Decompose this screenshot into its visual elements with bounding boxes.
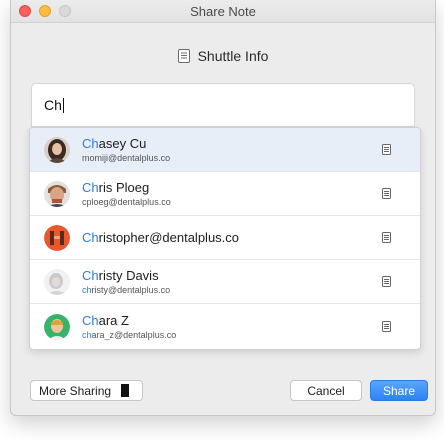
contact-text: Chris Ploeg cploeg@dentalplus.co — [82, 180, 382, 208]
title-bar: Share Note — [11, 0, 435, 23]
avatar — [44, 180, 70, 207]
avatar — [44, 268, 70, 295]
contact-text: Chasey Cu momiji@dentalplus.co — [82, 136, 382, 164]
more-sharing-button[interactable]: More Sharing — [30, 380, 143, 401]
avatar — [44, 136, 70, 163]
contact-name: Chasey Cu — [82, 135, 147, 151]
more-sharing-label: More Sharing — [39, 383, 112, 398]
contact-email: cploeg@dentalplus.co — [82, 196, 171, 207]
search-text: Ch — [44, 97, 62, 113]
cancel-button[interactable]: Cancel — [290, 380, 362, 401]
avatar — [44, 313, 70, 340]
contact-row[interactable]: Chara Z chara_z@dentalplus.co — [30, 304, 420, 349]
more-sharing-indicator-icon — [121, 384, 130, 397]
contact-email: christy@dentalplus.co — [82, 284, 171, 295]
contact-text: Christy Davis christy@dentalplus.co — [82, 268, 382, 296]
contact-row[interactable]: Chris Ploeg cploeg@dentalplus.co — [30, 172, 420, 216]
contact-email: chara_z@dentalplus.co — [82, 329, 177, 340]
contact-name: Chris Ploeg — [82, 179, 150, 195]
note-title: Shuttle Info — [197, 48, 269, 64]
contact-row[interactable]: Christopher@dentalplus.co — [30, 216, 420, 260]
recipient-search-input[interactable]: Ch — [31, 83, 415, 127]
contact-text: Christopher@dentalplus.co — [82, 230, 382, 246]
window-title: Share Note — [190, 4, 256, 19]
contact-text: Chara Z chara_z@dentalplus.co — [82, 313, 382, 341]
contact-card-icon[interactable] — [382, 188, 402, 199]
contact-card-icon[interactable] — [382, 144, 402, 155]
share-note-window: Share Note Shuttle Info Ch Chasey Cu mom… — [10, 0, 436, 416]
contact-name: Christy Davis — [82, 267, 159, 283]
contact-name: Chara Z — [82, 312, 129, 328]
contact-row[interactable]: Christy Davis christy@dentalplus.co — [30, 260, 420, 304]
note-header: Shuttle Info — [11, 48, 435, 64]
contact-row[interactable]: Chasey Cu momiji@dentalplus.co — [30, 128, 420, 172]
contact-email: momiji@dentalplus.co — [82, 152, 171, 163]
contact-suggestion-list: Chasey Cu momiji@dentalplus.co Chris Plo… — [29, 127, 421, 350]
avatar — [44, 224, 70, 251]
text-caret — [62, 97, 64, 113]
share-button[interactable]: Share — [370, 380, 428, 401]
contact-card-icon[interactable] — [382, 232, 402, 243]
contact-name: Christopher@dentalplus.co — [82, 229, 240, 245]
contact-card-icon[interactable] — [382, 276, 402, 287]
note-document-icon — [177, 49, 190, 63]
contact-card-icon[interactable] — [382, 321, 402, 332]
